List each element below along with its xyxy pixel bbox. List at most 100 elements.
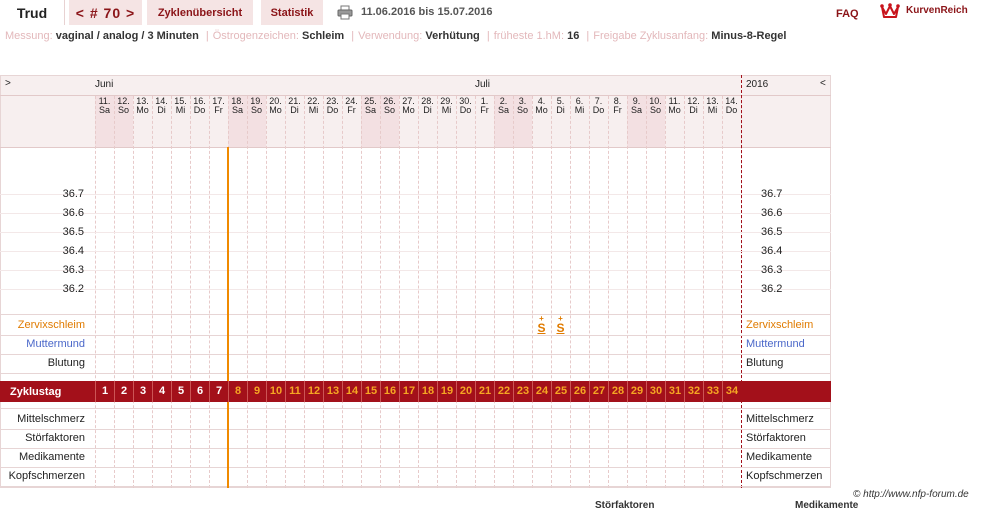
weekday: Fr bbox=[613, 105, 622, 115]
cycle-start-line bbox=[227, 402, 229, 488]
mucus-mark[interactable]: + S bbox=[532, 315, 551, 335]
meta-separator: | bbox=[351, 30, 355, 42]
weekday: Fr bbox=[214, 105, 223, 115]
scroll-right-button[interactable]: < bbox=[820, 78, 826, 89]
cycle-day-cell[interactable]: 25 bbox=[551, 381, 570, 402]
mucus-mark-symbol: S bbox=[556, 321, 565, 335]
cycle-day-cell[interactable]: 8 bbox=[228, 381, 247, 402]
weekday: Di bbox=[556, 105, 565, 115]
cycle-day-cell[interactable]: 30 bbox=[646, 381, 665, 402]
cycle-day-cell[interactable]: 15 bbox=[361, 381, 380, 402]
meta-separator: | bbox=[486, 30, 490, 42]
weekday: So bbox=[516, 105, 528, 115]
crown-logo-icon bbox=[880, 2, 900, 20]
cycle-navigator[interactable]: < # 70 > bbox=[69, 0, 142, 25]
cycle-day-cell[interactable]: 33 bbox=[703, 381, 722, 402]
cycle-day-cell[interactable]: 27 bbox=[589, 381, 608, 402]
meta-label: Messung: bbox=[5, 30, 53, 42]
weekday: Do bbox=[592, 105, 605, 115]
cycle-day-cell[interactable]: 20 bbox=[456, 381, 475, 402]
temp-gridline bbox=[0, 251, 831, 252]
row-label-kopfschmerzen-right: Kopfschmerzen bbox=[746, 470, 823, 482]
meta-label: Freigabe Zyklusanfang: bbox=[593, 30, 709, 42]
meta-value: Minus-8-Regel bbox=[711, 30, 787, 42]
weekday: Di bbox=[689, 105, 698, 115]
cycle-day-cell[interactable]: 4 bbox=[152, 381, 171, 402]
row-label-stoerfaktoren: Störfaktoren bbox=[25, 432, 85, 444]
tab-statistik[interactable]: Statistik bbox=[261, 0, 323, 25]
divider bbox=[0, 335, 831, 336]
weekday: Mo bbox=[269, 105, 282, 115]
cycle-day-cell[interactable]: 6 bbox=[190, 381, 209, 402]
divider bbox=[0, 448, 831, 449]
cycle-day-cell[interactable]: 11 bbox=[285, 381, 304, 402]
copyright-credit[interactable]: © http://www.nfp-forum.de bbox=[853, 489, 969, 500]
cycle-day-cell[interactable]: 18 bbox=[418, 381, 437, 402]
temp-label-left: 36.4 bbox=[62, 245, 84, 257]
mucus-mark[interactable]: + S bbox=[551, 315, 570, 335]
weekday: So bbox=[250, 105, 262, 115]
row-label-stoerfaktoren-right: Störfaktoren bbox=[746, 432, 806, 444]
user-name: Trud bbox=[0, 0, 65, 25]
cycle-day-cell[interactable]: 32 bbox=[684, 381, 703, 402]
cycle-day-cell[interactable]: 2 bbox=[114, 381, 133, 402]
cycle-day-cell[interactable]: 28 bbox=[608, 381, 627, 402]
temp-label-right: 36.2 bbox=[761, 283, 783, 295]
row-label-muttermund: Muttermund bbox=[26, 338, 85, 350]
tab-zyklenuebersicht[interactable]: Zyklenübersicht bbox=[147, 0, 253, 25]
faq-link[interactable]: FAQ bbox=[836, 8, 859, 20]
print-icon[interactable] bbox=[337, 5, 353, 20]
weekday: Sa bbox=[497, 105, 509, 115]
cycle-day-cell[interactable]: 13 bbox=[323, 381, 342, 402]
temp-gridline bbox=[0, 289, 831, 290]
cycle-day-cell[interactable]: 26 bbox=[570, 381, 589, 402]
weekday: So bbox=[649, 105, 661, 115]
meta-label: Östrogenzeichen: bbox=[212, 30, 299, 42]
cycle-day-cell[interactable]: 17 bbox=[399, 381, 418, 402]
weekday: Mi bbox=[574, 105, 585, 115]
divider bbox=[0, 408, 831, 409]
weekday: Mo bbox=[668, 105, 681, 115]
cycle-day-cell[interactable]: 31 bbox=[665, 381, 684, 402]
cycle-day-cell[interactable]: 9 bbox=[247, 381, 266, 402]
cycle-day-cell[interactable]: 24 bbox=[532, 381, 551, 402]
top-bar: Trud < # 70 > Zyklenübersicht Statistik … bbox=[0, 0, 981, 26]
cycle-day-cell[interactable]: 5 bbox=[171, 381, 190, 402]
weekday: Do bbox=[459, 105, 472, 115]
cycle-day-cell[interactable]: 10 bbox=[266, 381, 285, 402]
mucus-mark-symbol: S bbox=[537, 321, 546, 335]
brand-name[interactable]: KurvenReich bbox=[906, 5, 968, 16]
temp-label-left: 36.5 bbox=[62, 226, 84, 238]
meta-separator: | bbox=[586, 30, 590, 42]
divider bbox=[0, 147, 831, 148]
temp-gridline bbox=[0, 232, 831, 233]
scroll-left-button[interactable]: > bbox=[5, 78, 11, 89]
cycle-day-cell[interactable]: 34 bbox=[722, 381, 741, 402]
cycle-day-cell[interactable]: 1 bbox=[95, 381, 114, 402]
cycle-day-cell[interactable]: 29 bbox=[627, 381, 646, 402]
cycle-day-cell[interactable]: 7 bbox=[209, 381, 228, 402]
cycle-day-cell[interactable]: 23 bbox=[513, 381, 532, 402]
temp-label-right: 36.3 bbox=[761, 264, 783, 276]
cycle-day-cell[interactable]: 12 bbox=[304, 381, 323, 402]
cycle-day-cell[interactable]: 21 bbox=[475, 381, 494, 402]
meta-label: Verwendung: bbox=[358, 30, 423, 42]
month-label-july: Juli bbox=[475, 79, 491, 90]
divider bbox=[0, 314, 831, 315]
cycle-day-cell[interactable]: 22 bbox=[494, 381, 513, 402]
row-label-mittelschmerz-right: Mittelschmerz bbox=[746, 413, 814, 425]
temp-label-right: 36.7 bbox=[761, 188, 783, 200]
cycle-day-cell[interactable]: 14 bbox=[342, 381, 361, 402]
row-label-muttermund-right: Muttermund bbox=[746, 338, 805, 350]
weekday: Sa bbox=[231, 105, 243, 115]
row-label-medikamente: Medikamente bbox=[18, 451, 85, 463]
cycle-day-cell[interactable]: 3 bbox=[133, 381, 152, 402]
meta-value: Schleim bbox=[302, 30, 345, 42]
weekday: Mo bbox=[136, 105, 149, 115]
row-label-zervixschleim: Zervixschleim bbox=[17, 319, 85, 331]
cycle-day-cell[interactable]: 16 bbox=[380, 381, 399, 402]
weekday: Do bbox=[193, 105, 206, 115]
cycle-day-label: Zyklustag bbox=[10, 386, 62, 398]
cycle-day-cell[interactable]: 19 bbox=[437, 381, 456, 402]
weekday: Sa bbox=[630, 105, 642, 115]
